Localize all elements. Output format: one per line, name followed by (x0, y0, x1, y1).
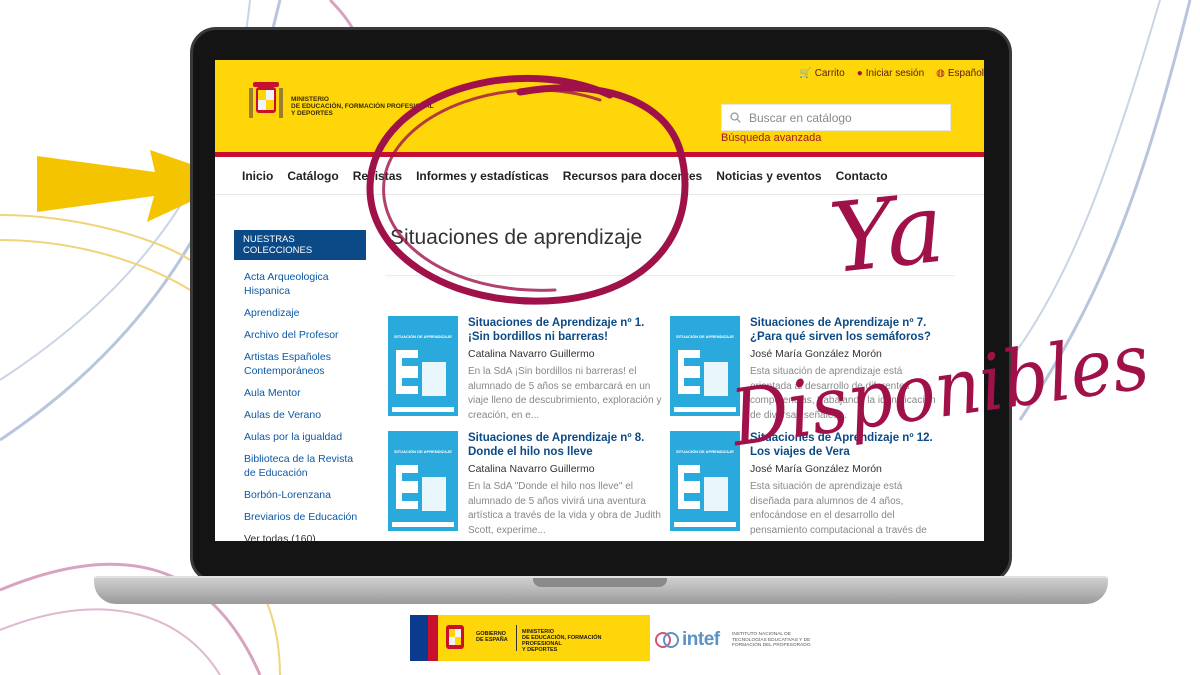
card-description: Esta situación de aprendizaje está diseñ… (750, 481, 927, 536)
publication-cover[interactable]: SITUACIÓN DE APRENDIZAJE (388, 316, 458, 416)
collections-list: Acta Arqueologica Hispanica Aprendizaje … (234, 270, 366, 541)
coat-of-arms-icon (249, 82, 283, 118)
coat-of-arms-icon (446, 625, 464, 649)
sidebar-title: NUESTRAS COLECCIONES (234, 230, 366, 260)
card-title[interactable]: Situaciones de Aprendizaje nº 8. Donde e… (468, 431, 663, 459)
publication-cover[interactable]: SITUACIÓN DE APRENDIZAJE (670, 431, 740, 531)
government-line: DE ESPAÑA (476, 637, 508, 643)
card-body: Situaciones de Aprendizaje nº 7. ¿Para q… (750, 316, 945, 423)
ee-logo-icon (396, 350, 446, 396)
cover-label: SITUACIÓN DE APRENDIZAJE (394, 449, 452, 454)
card-description: Esta situación de aprendizaje está orien… (750, 366, 936, 421)
login-label: Iniciar sesión (865, 68, 925, 79)
nav-item-recursos[interactable]: Recursos para docentes (563, 169, 702, 183)
intef-logo: intef INSTITUTO NACIONAL DE TECNOLOGÍAS … (654, 617, 820, 659)
ministry-line: DE EDUCACIÓN, FORMACIÓN PROFESIONAL (291, 103, 434, 110)
nav-item-catalogo[interactable]: Catálogo (287, 169, 338, 183)
sidebar-item[interactable]: Aprendizaje (244, 306, 366, 320)
top-links: 🛒 Carrito ● Iniciar sesión ◍ Español (799, 68, 984, 79)
nav-item-inicio[interactable]: Inicio (242, 169, 273, 183)
language-label: Español (947, 68, 984, 79)
advanced-search-link[interactable]: Búsqueda avanzada (721, 132, 821, 144)
intef-description: INSTITUTO NACIONAL DE TECNOLOGÍAS EDUCAT… (732, 632, 822, 649)
cover-label: SITUACIÓN DE APRENDIZAJE (676, 334, 734, 339)
ministry-line: DE EDUCACIÓN, FORMACIÓN PROFESIONAL (522, 635, 602, 647)
card-author: José María González Morón (750, 463, 882, 475)
nav-item-noticias[interactable]: Noticias y eventos (716, 169, 821, 183)
sidebar-item[interactable]: Aulas por la igualdad (244, 430, 366, 444)
search-box (721, 104, 951, 131)
nav-item-informes[interactable]: Informes y estadísticas (416, 169, 549, 183)
card-body: Situaciones de Aprendizaje nº 12. Los vi… (750, 431, 945, 538)
footer-logos: GOBIERNO DE ESPAÑA MINISTERIO DE EDUCACI… (410, 615, 820, 661)
cover-footer-strip (674, 407, 736, 412)
ministry-line: Y DEPORTES (291, 110, 333, 117)
intef-symbol-icon (655, 632, 679, 648)
footer-ministry-name: MINISTERIO DE EDUCACIÓN, FORMACIÓN PROFE… (522, 629, 642, 653)
login-link[interactable]: ● Iniciar sesión (857, 68, 924, 79)
page-title: Situaciones de aprendizaje (390, 226, 643, 249)
cover-footer-strip (392, 522, 454, 527)
eu-flag-icon (410, 615, 428, 661)
nav-item-contacto[interactable]: Contacto (836, 169, 888, 183)
sidebar-item[interactable]: Biblioteca de la Revista de Educación (244, 452, 366, 480)
logo-separator (516, 625, 517, 651)
publication-card[interactable]: SITUACIÓN DE APRENDIZAJE Situaciones de … (388, 431, 661, 541)
cover-label: SITUACIÓN DE APRENDIZAJE (394, 334, 452, 339)
card-body: Situaciones de Aprendizaje nº 8. Donde e… (468, 431, 663, 538)
ministry-line: MINISTERIO (291, 96, 329, 103)
card-description: En la SdA "Donde el hilo nos lleve" el a… (468, 481, 661, 536)
card-author: José María González Morón (750, 348, 882, 360)
sidebar-item[interactable]: Borbón-Lorenzana (244, 488, 366, 502)
government-logo: GOBIERNO DE ESPAÑA MINISTERIO DE EDUCACI… (410, 615, 650, 661)
government-name: GOBIERNO DE ESPAÑA (476, 631, 508, 643)
publication-card[interactable]: SITUACIÓN DE APRENDIZAJE Situaciones de … (670, 316, 940, 426)
user-icon: ● (856, 68, 863, 79)
publication-cover[interactable]: SITUACIÓN DE APRENDIZAJE (388, 431, 458, 531)
card-author: Catalina Navarro Guillermo (468, 463, 595, 475)
laptop-screen: MINISTERIO DE EDUCACIÓN, FORMACIÓN PROFE… (215, 60, 984, 541)
card-author: Catalina Navarro Guillermo (468, 348, 595, 360)
cart-icon: 🛒 (799, 68, 812, 79)
ee-logo-icon (678, 350, 728, 396)
card-title[interactable]: Situaciones de Aprendizaje nº 7. ¿Para q… (750, 316, 945, 344)
sidebar-item[interactable]: Breviarios de Educación (244, 510, 366, 524)
globe-icon: ◍ (936, 68, 945, 79)
promo-canvas: MINISTERIO DE EDUCACIÓN, FORMACIÓN PROFE… (0, 0, 1200, 675)
ministry-line: Y DEPORTES (522, 647, 558, 653)
card-title[interactable]: Situaciones de Aprendizaje nº 1. ¡Sin bo… (468, 316, 663, 344)
card-title[interactable]: Situaciones de Aprendizaje nº 12. Los vi… (750, 431, 945, 459)
site-header: MINISTERIO DE EDUCACIÓN, FORMACIÓN PROFE… (215, 60, 984, 156)
intef-desc-line: FORMACIÓN DEL PROFESORADO (732, 643, 811, 649)
cover-footer-strip (392, 407, 454, 412)
cover-footer-strip (674, 522, 736, 527)
card-body: Situaciones de Aprendizaje nº 1. ¡Sin bo… (468, 316, 663, 423)
publication-card[interactable]: SITUACIÓN DE APRENDIZAJE Situaciones de … (670, 431, 940, 541)
intef-wordmark: intef (682, 629, 720, 650)
collections-sidebar: NUESTRAS COLECCIONES Acta Arqueologica H… (234, 230, 366, 541)
ee-logo-icon (678, 465, 728, 511)
sidebar-item[interactable]: Archivo del Profesor (244, 328, 366, 342)
search-input[interactable] (749, 110, 939, 125)
sidebar-item[interactable]: Aula Mentor (244, 386, 366, 400)
publication-card[interactable]: SITUACIÓN DE APRENDIZAJE Situaciones de … (388, 316, 661, 426)
cart-link[interactable]: 🛒 Carrito (799, 68, 844, 79)
language-link[interactable]: ◍ Español (936, 68, 984, 79)
spain-flag-icon (428, 615, 438, 661)
nav-item-revistas[interactable]: Revistas (353, 169, 402, 183)
main-nav: Inicio Catálogo Revistas Informes y esta… (215, 157, 984, 195)
card-description: En la SdA ¡Sin bordillos ni barreras! el… (468, 366, 662, 421)
laptop-notch (533, 578, 667, 587)
publication-cover[interactable]: SITUACIÓN DE APRENDIZAJE (670, 316, 740, 416)
sidebar-item-see-all[interactable]: Ver todas (160) (244, 532, 366, 541)
ee-logo-icon (396, 465, 446, 511)
sidebar-item[interactable]: Acta Arqueologica Hispanica (244, 270, 366, 298)
cart-label: Carrito (814, 68, 845, 79)
title-divider (385, 275, 955, 276)
cover-label: SITUACIÓN DE APRENDIZAJE (676, 449, 734, 454)
search-icon[interactable] (730, 112, 741, 123)
sidebar-item[interactable]: Aulas de Verano (244, 408, 366, 422)
ministry-name: MINISTERIO DE EDUCACIÓN, FORMACIÓN PROFE… (291, 96, 441, 117)
sidebar-item[interactable]: Artistas Españoles Contemporáneos (244, 350, 366, 378)
